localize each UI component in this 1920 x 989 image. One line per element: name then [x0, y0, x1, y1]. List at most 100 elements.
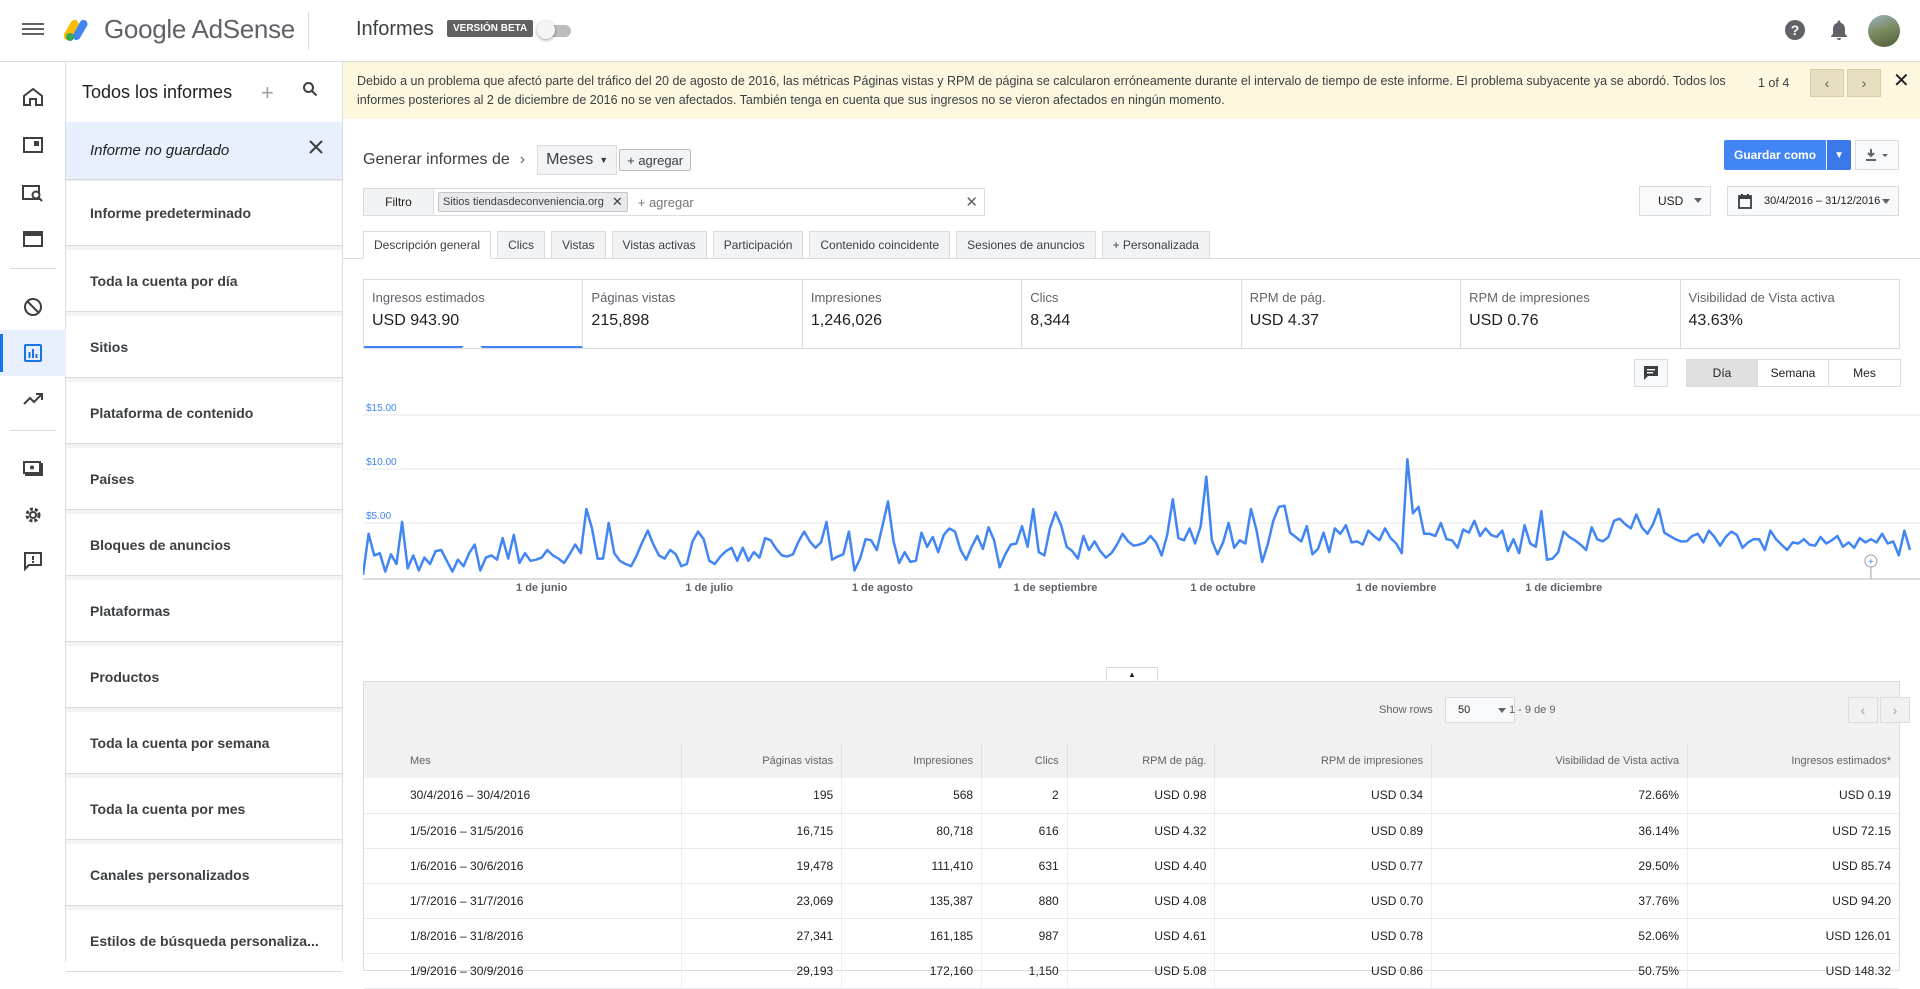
granularity-option[interactable]: Mes — [1829, 360, 1900, 386]
beta-toggle[interactable] — [537, 21, 575, 39]
table-cell: USD 94.20 — [1687, 883, 1899, 919]
collapse-chart-button[interactable]: ▲ — [1106, 667, 1158, 681]
metric-card[interactable]: RPM de impresiones USD 0.76 — [1461, 280, 1681, 348]
currency-dropdown[interactable]: USD — [1639, 186, 1711, 216]
report-list-item[interactable]: Toda la cuenta por semana — [66, 708, 342, 774]
table-cell: USD 85.74 — [1687, 848, 1899, 884]
metric-card[interactable]: Páginas vistas 215,898 — [583, 280, 803, 348]
section-title: Informes — [356, 18, 434, 40]
tab-item[interactable]: Descripción general — [363, 231, 492, 259]
column-header[interactable]: Mes — [364, 744, 683, 778]
metric-card[interactable]: Visibilidad de Vista activa 43.63% — [1681, 280, 1899, 348]
tab-item[interactable]: Contenido coincidente — [809, 231, 951, 259]
menu-icon[interactable] — [22, 20, 44, 42]
avatar[interactable] — [1868, 15, 1900, 47]
tab-item[interactable]: Clics — [497, 231, 546, 259]
close-icon[interactable]: ✕ — [1893, 71, 1910, 91]
table-cell: USD 0.86 — [1214, 953, 1433, 989]
ads-icon[interactable] — [0, 122, 66, 168]
report-list-item[interactable]: Bloques de anuncios — [66, 510, 342, 576]
table-cell: USD 0.98 — [1067, 778, 1216, 814]
metric-card[interactable]: RPM de pág. USD 4.37 — [1242, 280, 1462, 348]
prev-page-button[interactable]: ‹ — [1848, 697, 1878, 723]
rows-per-page-select[interactable]: 50 — [1445, 697, 1515, 723]
add-annotation-marker[interactable]: + — [1864, 554, 1878, 579]
granularity-option[interactable]: Día — [1687, 360, 1758, 386]
filter-chip-value: tiendasdeconveniencia.org — [472, 196, 604, 208]
block-icon[interactable] — [0, 284, 66, 330]
adsense-logo[interactable]: Google AdSense — [64, 14, 295, 45]
browser-icon[interactable] — [0, 216, 66, 262]
trending-up-icon[interactable] — [0, 376, 66, 422]
report-list-item[interactable]: Toda la cuenta por mes — [66, 774, 342, 840]
close-icon[interactable] — [308, 139, 324, 159]
metric-card[interactable]: Clics 8,344 — [1022, 280, 1242, 348]
search-icon[interactable] — [302, 81, 318, 102]
x-tick-label: 1 de octubre — [1190, 582, 1255, 594]
metric-name: Impresiones — [810, 290, 882, 305]
reports-icon[interactable] — [0, 330, 66, 376]
filter-button[interactable]: Filtro — [364, 189, 434, 215]
next-page-button[interactable]: › — [1880, 697, 1910, 723]
tab-item[interactable]: Participación — [712, 231, 804, 259]
y-tick-label: $10.00 — [366, 457, 397, 468]
metric-value: 43.63% — [1688, 312, 1743, 329]
report-list-item[interactable]: Toda la cuenta por día — [66, 246, 342, 312]
dimension-value: Meses — [546, 151, 594, 168]
remove-filter-icon[interactable]: ✕ — [612, 194, 623, 210]
table-cell: USD 72.15 — [1687, 813, 1899, 849]
column-header[interactable]: Impresiones — [841, 744, 983, 778]
currency-value: USD — [1658, 194, 1684, 208]
report-list-item[interactable]: Países — [66, 444, 342, 510]
report-list-item[interactable]: Plataforma de contenido — [66, 378, 342, 444]
metric-card[interactable]: Impresiones 1,246,026 — [803, 280, 1023, 348]
notifications-icon[interactable] — [1827, 18, 1851, 42]
home-icon[interactable] — [0, 74, 66, 120]
table-cell: USD 4.08 — [1067, 883, 1216, 919]
unsaved-report-item[interactable]: Informe no guardado — [66, 122, 342, 180]
report-list-item[interactable]: Productos — [66, 642, 342, 708]
report-list-item[interactable]: Sitios — [66, 312, 342, 378]
tab-item[interactable]: + Personalizada — [1101, 231, 1210, 259]
feedback-icon[interactable] — [0, 538, 66, 584]
help-icon[interactable]: ? — [1783, 18, 1807, 42]
filter-chip[interactable]: Sitios tiendasdeconveniencia.org ✕ — [438, 192, 628, 212]
filter-input[interactable] — [637, 194, 966, 210]
column-header[interactable]: RPM de impresiones — [1214, 744, 1433, 778]
column-header[interactable]: Páginas vistas — [681, 744, 843, 778]
column-header[interactable]: Visibilidad de Vista activa — [1431, 744, 1689, 778]
add-report-icon[interactable]: + — [261, 80, 274, 106]
table-body: 30/4/2016 – 30/4/2016 195 568 2 USD 0.98 USD … — [364, 778, 1899, 989]
clear-filters-icon[interactable]: ✕ — [965, 193, 978, 211]
annotation-button[interactable] — [1634, 359, 1668, 387]
report-list-item[interactable]: Estilos de búsqueda personaliza... — [66, 906, 342, 972]
column-header[interactable]: RPM de pág. — [1067, 744, 1216, 778]
notice-next-button[interactable]: › — [1847, 69, 1881, 97]
granularity-option[interactable]: Semana — [1758, 360, 1829, 386]
metric-card[interactable]: Ingresos estimados USD 943.90 — [364, 280, 584, 348]
product-name: Google AdSense — [104, 14, 295, 44]
report-table: Show rows 50 1 - 9 de 9 ‹ › Mes Páginas v… — [363, 681, 1910, 989]
notice-prev-button[interactable]: ‹ — [1810, 69, 1844, 97]
tab-item[interactable]: Vistas — [551, 231, 606, 259]
divider — [10, 268, 56, 269]
payments-icon[interactable] — [0, 446, 66, 492]
tab-item[interactable]: Vistas activas — [611, 231, 707, 259]
download-button[interactable] — [1855, 140, 1899, 170]
report-list-item[interactable]: Informe predeterminado — [66, 180, 342, 246]
column-header[interactable]: Clics — [981, 744, 1068, 778]
report-list-item[interactable]: Canales personalizados — [66, 840, 342, 906]
save-as-button[interactable]: Guardar como — [1724, 140, 1827, 170]
tab-item[interactable]: Sesiones de anuncios — [956, 231, 1096, 259]
y-tick-label: $5.00 — [366, 511, 391, 522]
revenue-series-line — [361, 458, 1912, 575]
column-header[interactable]: Ingresos estimados* — [1687, 744, 1899, 778]
dimension-dropdown[interactable]: Meses ▼ — [537, 145, 618, 175]
date-range-picker[interactable]: 30/4/2016 – 31/12/2016 — [1727, 186, 1899, 216]
settings-icon[interactable] — [0, 492, 66, 538]
report-list-item[interactable]: Plataformas — [66, 576, 342, 642]
save-as-dropdown[interactable]: ▼ — [1827, 140, 1852, 170]
add-dimension-button[interactable]: + agregar — [619, 149, 692, 171]
table-cell: 880 — [981, 883, 1068, 919]
sites-search-icon[interactable] — [0, 170, 66, 216]
